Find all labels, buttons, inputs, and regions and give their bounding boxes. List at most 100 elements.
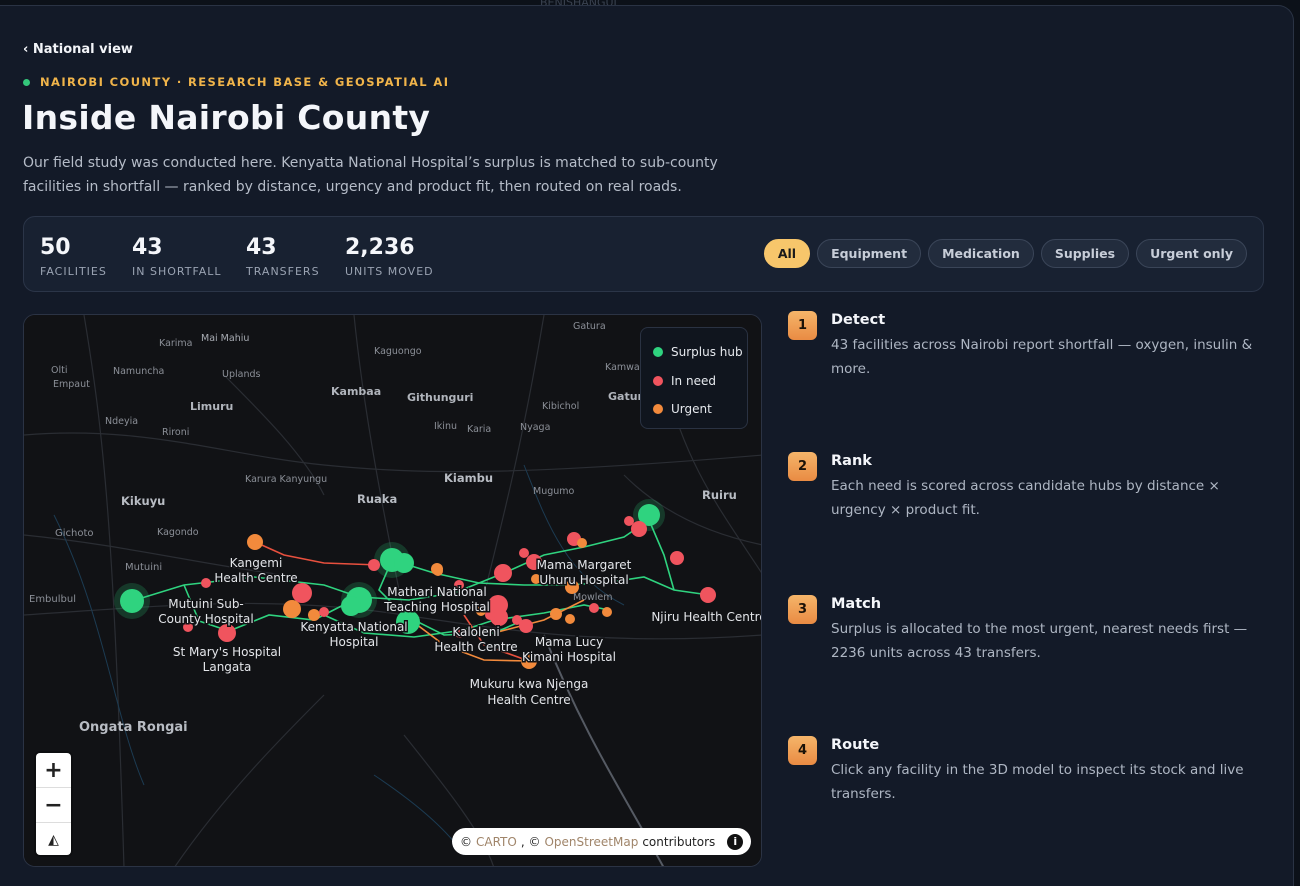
place-label: Nyaga [520, 422, 550, 433]
facility-label-line: Health Centre [214, 571, 297, 585]
stat-label: UNITS MOVED [345, 265, 434, 278]
place-label: Karima [159, 338, 193, 349]
urgent-swatch-icon [653, 404, 663, 415]
step-body: Click any facility in the 3D model to in… [831, 762, 1244, 802]
reset-bearing-compass-icon[interactable]: ◭ [36, 823, 71, 857]
place-label: Kibichol [542, 401, 579, 412]
filter-chips: All Equipment Medication Supplies Urgent… [763, 239, 1247, 268]
filter-chip-urgent-only[interactable]: Urgent only [1136, 239, 1247, 268]
step-title: Detect [831, 312, 886, 328]
facility-label-line: Kangemi [230, 556, 283, 570]
stat-label: TRANSFERS [246, 265, 320, 278]
stat-label: FACILITIES [40, 265, 107, 278]
facility-label-line: Uhuru Hospital [539, 573, 628, 587]
eyebrow: NAIROBI COUNTY · RESEARCH BASE & GEOSPAT… [23, 75, 449, 89]
facility-label-line: Mathari National [387, 585, 486, 599]
place-label: Mutuini [125, 562, 162, 573]
attribution-separator: , © [520, 834, 541, 849]
step-body: Surplus is allocated to the most urgent,… [831, 621, 1248, 661]
step-number-badge: 3 [788, 595, 817, 624]
place-label: Mai Mahiu [201, 333, 249, 344]
step-number-badge: 4 [788, 736, 817, 765]
place-label: Uplands [222, 369, 260, 380]
stat-label: IN SHORTFALL [132, 265, 222, 278]
filter-chip-equipment[interactable]: Equipment [817, 239, 922, 268]
carto-link[interactable]: CARTO [476, 835, 517, 849]
facility-label-line: Mama Margaret [537, 558, 632, 572]
map-attribution: © CARTO, © OpenStreetMap contributors i [452, 828, 752, 855]
place-label: Gatura [573, 321, 606, 332]
facility-label-line: Langata [203, 660, 252, 674]
filter-chip-supplies[interactable]: Supplies [1040, 239, 1130, 268]
place-label: Mugumo [533, 486, 575, 497]
facility-label-line: Mama Lucy [535, 635, 603, 649]
place-label: Gichoto [55, 528, 94, 539]
stat-units-moved: 2,236 UNITS MOVED [345, 235, 434, 278]
place-label: Githunguri [407, 391, 473, 404]
map-legend: Surplus hub In need Urgent [640, 327, 748, 429]
back-to-national-link[interactable]: ‹ National view [23, 42, 133, 57]
place-label: Karura Kanyungu [245, 474, 327, 485]
facility-label-line: Kaloleni [452, 625, 499, 639]
legend-item-urgent: Urgent [653, 395, 747, 424]
page-title: Inside Nairobi County [22, 98, 431, 137]
place-label: Empaut [53, 379, 90, 390]
place-label: Kaguongo [374, 346, 422, 357]
place-label: Ruaka [357, 492, 397, 506]
place-label: Ndeyia [105, 416, 138, 427]
stat-transfers: 43 TRANSFERS [246, 235, 320, 278]
legend-label: Surplus hub [671, 345, 743, 360]
place-label: Ikinu [434, 421, 457, 432]
step-title: Rank [831, 453, 872, 469]
stat-value: 43 [246, 235, 277, 260]
place-label: Mowlem [573, 592, 613, 603]
step-number-badge: 2 [788, 452, 817, 481]
stats-bar: 50 FACILITIES 43 IN SHORTFALL 43 TRANSFE… [23, 216, 1264, 292]
attribution-prefix: © [460, 834, 472, 849]
zoom-out-button[interactable]: − [36, 788, 71, 823]
facility-label-line: Mutuini Sub- [168, 597, 244, 611]
place-label: Rironi [162, 427, 189, 438]
zoom-controls: + − ◭ [36, 753, 71, 855]
eyebrow-text: NAIROBI COUNTY · RESEARCH BASE & GEOSPAT… [40, 75, 450, 89]
county-panel: ‹ National view NAIROBI COUNTY · RESEARC… [0, 5, 1294, 886]
place-label: Kamwa [605, 362, 640, 373]
facility-label-line: Kenyatta National [300, 620, 407, 634]
step-body: Each need is scored across candidate hub… [831, 478, 1220, 518]
step-title: Match [831, 596, 882, 612]
facility-label-line: Mukuru kwa Njenga [470, 677, 589, 691]
place-label: Kiambu [444, 471, 493, 485]
step-number-badge: 1 [788, 311, 817, 340]
legend-item-surplus-hub: Surplus hub [653, 338, 747, 367]
filter-chip-medication[interactable]: Medication [928, 239, 1034, 268]
zoom-in-button[interactable]: + [36, 753, 71, 788]
facility-label-line: Health Centre [434, 640, 517, 654]
legend-item-in-need: In need [653, 367, 747, 396]
page-description: Our field study was conducted here. Keny… [23, 155, 718, 195]
attribution-suffix: contributors [642, 834, 716, 849]
place-label: Kikuyu [121, 494, 165, 508]
stat-value: 50 [40, 235, 71, 260]
place-label: Kambaa [331, 385, 381, 398]
step-title: Route [831, 737, 880, 753]
stat-value: 2,236 [345, 235, 415, 260]
place-label: Ongata Rongai [79, 720, 188, 735]
place-label: Olti [51, 365, 67, 376]
facility-label-line: Njiru Health Centre [651, 610, 762, 624]
place-label: Karia [467, 424, 491, 435]
filter-chip-all[interactable]: All [763, 239, 811, 268]
info-icon[interactable]: i [727, 833, 744, 850]
nairobi-map[interactable]: Gatura Karima Mai Mahiu Kaguongo Olti Em… [23, 314, 762, 867]
facility-label-line: Health Centre [487, 693, 570, 707]
openstreetmap-link[interactable]: OpenStreetMap [544, 835, 638, 849]
place-label: Limuru [190, 400, 233, 413]
in-need-swatch-icon [653, 375, 663, 386]
legend-label: Urgent [671, 402, 712, 417]
facility-label-line: St Mary's Hospital [173, 645, 281, 659]
stat-value: 43 [132, 235, 163, 260]
facility-label-line: County Hospital [158, 612, 254, 626]
step-body: 43 facilities across Nairobi report shor… [831, 337, 1253, 377]
facility-label-line: Hospital [330, 635, 379, 649]
place-label: Ruiru [702, 488, 737, 502]
place-label: Embulbul [29, 594, 76, 605]
